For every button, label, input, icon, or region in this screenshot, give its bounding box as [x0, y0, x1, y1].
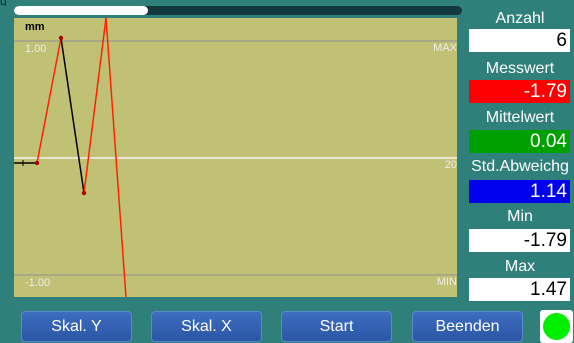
skal-y-button[interactable]: Skal. Y: [21, 311, 132, 342]
messwert-value: -1.79: [469, 80, 570, 103]
progress-fill: [14, 6, 149, 15]
data-point: [81, 190, 87, 196]
std-value: 1.14: [469, 180, 570, 203]
anzahl-title: Anzahl: [495, 10, 545, 27]
min-value: -1.79: [469, 229, 570, 252]
y-lower-label: -1.00: [25, 277, 51, 289]
status-indicator: [540, 310, 573, 343]
std-title: Std.Abweichg: [471, 158, 569, 175]
max-label: MAX: [433, 42, 457, 54]
max-value: 1.47: [469, 278, 570, 301]
max-title: Max: [504, 258, 536, 275]
measurement-chart: mm 1.00 -1.00 MAX MIN 20: [14, 18, 457, 297]
trace-segment: [60, 37, 85, 194]
trace-segment: [36, 37, 62, 164]
messwert-title: Messwert: [485, 60, 555, 77]
data-point: [34, 160, 40, 166]
progress-bar: [14, 6, 462, 15]
mittelwert-title: Mittelwert: [485, 109, 555, 126]
unit-label: mm: [25, 21, 45, 33]
data-point: [58, 35, 64, 41]
min-label: MIN: [436, 276, 457, 288]
beenden-button[interactable]: Beenden: [412, 311, 523, 342]
skal-x-button[interactable]: Skal. X: [151, 311, 262, 342]
y-upper-label: 1.00: [25, 43, 47, 55]
trace-segment: [83, 18, 107, 194]
mittelwert-value: 0.04: [469, 130, 570, 153]
status-led-icon: [543, 313, 570, 340]
min-title: Min: [507, 208, 533, 225]
start-button[interactable]: Start: [281, 311, 392, 342]
mid-label: 20: [444, 159, 457, 171]
anzahl-value: 6: [469, 29, 570, 52]
chart-canvas: [14, 18, 457, 297]
